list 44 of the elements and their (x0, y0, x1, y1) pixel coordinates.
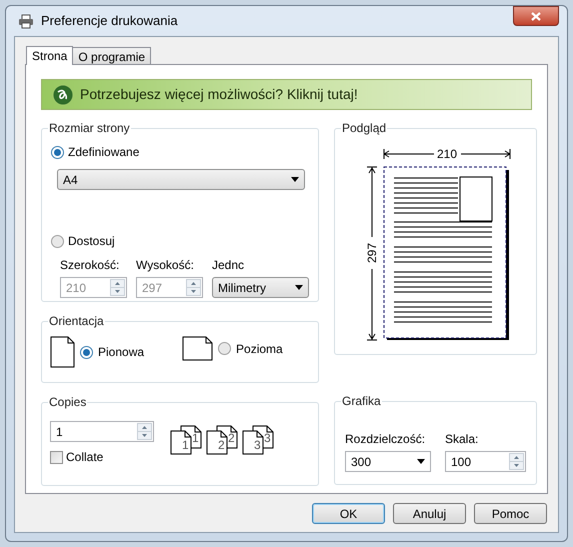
spin-arrows-icon[interactable] (137, 423, 152, 440)
tab[interactable]: Strona (26, 46, 74, 65)
group-title: Podgląd (341, 120, 388, 136)
printer-icon (18, 14, 34, 28)
field-label: Rozdzielczość: (345, 431, 426, 448)
group-title: Copies (48, 394, 88, 410)
field-label: Szerokość: (60, 257, 120, 274)
field-label: Jednc (212, 257, 246, 274)
landscape-page-icon (182, 336, 214, 361)
height-label: 297 (364, 242, 378, 264)
field-label: Wysokość: (136, 257, 195, 274)
radio-label: Zdefiniowane (68, 144, 140, 161)
loop-logo-icon (52, 84, 74, 106)
caret-icon (417, 459, 425, 464)
radio-button[interactable] (51, 234, 64, 248)
dialog-button[interactable]: Anuluj (393, 503, 466, 524)
radio-button[interactable] (51, 146, 64, 158)
checkbox-label: Collate (66, 449, 104, 466)
paper-size-dropdown[interactable]: A4 (57, 169, 305, 190)
spin-arrows-icon[interactable] (509, 453, 524, 470)
radio-label: Dostosuj (68, 233, 115, 250)
window-title: Preferencje drukowania (41, 12, 178, 30)
group-title: Orientacja (48, 313, 105, 329)
group-title: Rozmiar strony (48, 120, 131, 136)
field-label: Skala: (445, 431, 480, 448)
dialog-button[interactable]: OK (312, 503, 385, 524)
width-label: 210 (436, 147, 457, 161)
portrait-page-icon (50, 336, 75, 368)
copies-field[interactable]: 1 (50, 421, 154, 442)
radio-label: Pozioma (236, 340, 283, 358)
close-icon (531, 12, 541, 20)
radio-label: Pionowa (98, 344, 144, 361)
units-dropdown[interactable]: Milimetry (212, 277, 309, 298)
radio-button[interactable] (218, 342, 232, 355)
scale-field[interactable]: 100 (445, 451, 526, 472)
radio-button[interactable] (80, 346, 93, 358)
caret-icon (295, 285, 303, 290)
resolution-dropdown[interactable]: 300 (345, 451, 431, 472)
close-button[interactable] (513, 6, 559, 26)
upgrade-banner[interactable]: Potrzebujesz więcej możliwości? Kliknij tutaj! (41, 79, 532, 110)
caret-icon (291, 177, 299, 182)
checkbox[interactable] (50, 450, 63, 464)
dialog-button[interactable]: Pomoc (474, 503, 547, 524)
tab[interactable]: O programie (72, 47, 152, 64)
